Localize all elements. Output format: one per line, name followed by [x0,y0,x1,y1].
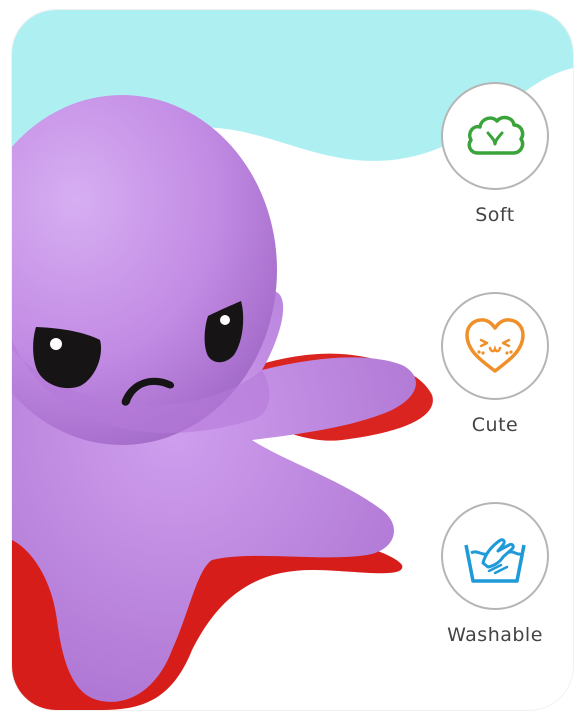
feature-cute: Cute [438,292,552,436]
feature-label: Washable [447,624,543,646]
cloud-icon [467,115,525,155]
heart-face-icon [465,318,525,373]
hand-wash-icon [464,538,526,583]
feature-label: Cute [471,414,519,436]
product-feature-card: Soft Cute Washable [12,10,573,710]
soft-icon-ring [441,82,549,190]
feature-washable: Washable [438,502,552,646]
feature-soft: Soft [438,82,552,226]
feature-label: Soft [475,204,515,226]
cute-icon-ring [441,292,549,400]
washable-icon-ring [441,502,549,610]
